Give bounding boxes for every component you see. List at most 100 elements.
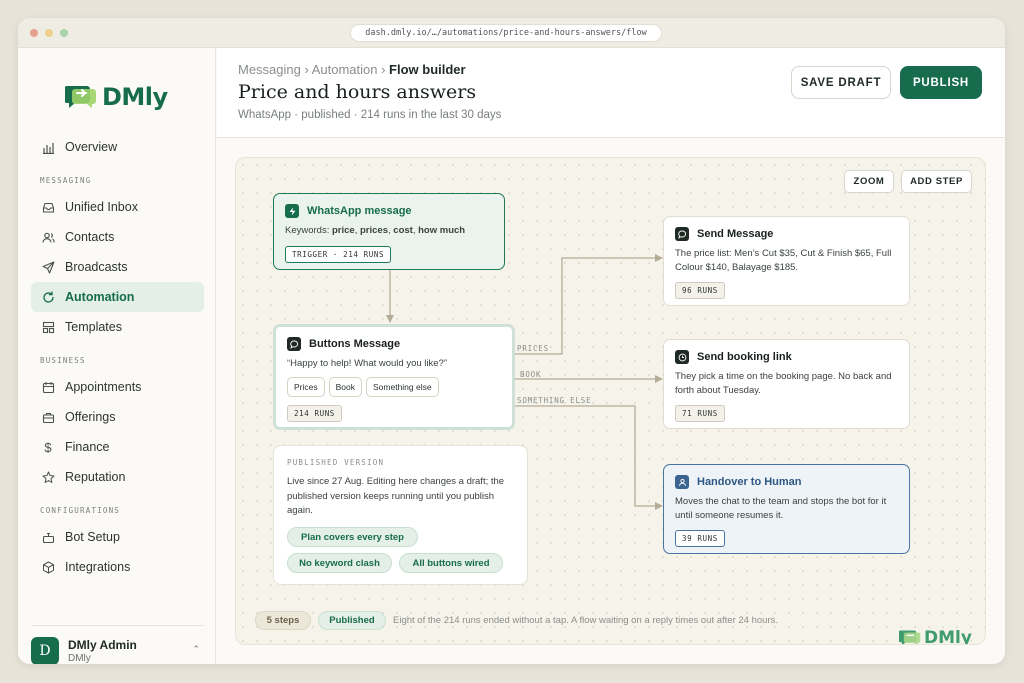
breadcrumb-automation[interactable]: Automation › xyxy=(312,62,386,77)
keyword: how much xyxy=(418,225,466,236)
quick-reply-book[interactable]: Book xyxy=(328,376,362,397)
section-label-business: BUSINESS xyxy=(40,356,86,365)
sidebar-item-contacts[interactable]: Contacts xyxy=(31,222,204,252)
sidebar-item-label: Integrations xyxy=(65,560,131,574)
address-bar[interactable]: dash.dmly.io/…/automations/price-and-hou… xyxy=(350,24,662,42)
breadcrumb: Messaging › Automation › Flow builder xyxy=(238,62,466,77)
section-label-messaging: MESSAGING xyxy=(40,176,92,185)
watermark-text: DMly xyxy=(924,628,972,645)
bar-chart-icon xyxy=(41,140,55,154)
check-no-keyword-clash: No keyword clash xyxy=(287,553,392,573)
chevron-updown-icon: ⌃ xyxy=(192,644,200,654)
refresh-icon xyxy=(41,290,55,304)
sidebar: DMly Overview MESSAGING Unified Inbox Co… xyxy=(18,48,216,664)
send-icon xyxy=(41,260,55,274)
trigger-runs-tag: TRIGGER · 214 RUNS xyxy=(285,245,392,263)
footer-note: Eight of the 214 runs ended without a ta… xyxy=(393,615,778,626)
page-subtitle: WhatsApp · published · 214 runs in the l… xyxy=(238,109,502,121)
published-version-text: Live since 27 Aug. Editing here changes … xyxy=(287,476,505,517)
bot-icon xyxy=(41,530,55,544)
connector-prices xyxy=(515,254,663,355)
clock-icon xyxy=(675,350,689,364)
sidebar-item-finance[interactable]: $ Finance xyxy=(31,432,204,462)
publish-button[interactable]: PUBLISH xyxy=(900,66,982,99)
breadcrumb-messaging[interactable]: Messaging › xyxy=(238,62,309,77)
send-message-runs: 96 RUNS xyxy=(675,281,725,299)
inbox-icon xyxy=(41,200,55,214)
cube-icon xyxy=(41,560,55,574)
lightning-icon xyxy=(285,204,299,218)
sidebar-item-templates[interactable]: Templates xyxy=(31,312,204,342)
canvas-watermark: DMly xyxy=(899,628,972,645)
sidebar-item-label: Offerings xyxy=(65,410,116,424)
published-version-label: PUBLISHED VERSION xyxy=(287,458,385,467)
sidebar-item-offerings[interactable]: Offerings xyxy=(31,402,204,432)
buttons-message-text: “Happy to help! What would you like?” xyxy=(287,358,447,369)
quick-reply-buttons: Prices Book Something else xyxy=(287,376,501,397)
check-plan-covers: Plan covers every step xyxy=(287,527,418,547)
browser-titlebar: dash.dmly.io/…/automations/price-and-hou… xyxy=(18,18,1005,48)
wire-label-book: BOOK xyxy=(520,370,542,379)
sidebar-item-label: Finance xyxy=(65,440,110,454)
user-name: DMly Admin xyxy=(68,637,137,652)
keyword: prices xyxy=(360,225,388,236)
sidebar-item-broadcasts[interactable]: Broadcasts xyxy=(31,252,204,282)
section-label-configurations: CONFIGURATIONS xyxy=(40,506,121,515)
trigger-keywords: Keywords: price, prices, cost, how much xyxy=(285,225,466,236)
app-window: dash.dmly.io/…/automations/price-and-hou… xyxy=(18,18,1005,664)
sidebar-item-integrations[interactable]: Integrations xyxy=(31,552,204,582)
close-window-dot[interactable] xyxy=(30,29,38,37)
check-buttons-wired: All buttons wired xyxy=(399,553,503,573)
brand-logo[interactable]: DMly xyxy=(65,83,168,111)
sidebar-item-label: Reputation xyxy=(65,470,126,484)
sidebar-item-reputation[interactable]: Reputation xyxy=(31,462,204,492)
keywords-prefix: Keywords: xyxy=(285,225,330,236)
dollar-icon: $ xyxy=(44,439,52,455)
sidebar-item-automation[interactable]: Automation xyxy=(31,282,204,312)
sidebar-item-label: Broadcasts xyxy=(65,260,128,274)
minimize-window-dot[interactable] xyxy=(45,29,53,37)
sidebar-item-label: Bot Setup xyxy=(65,530,120,544)
quick-reply-prices[interactable]: Prices xyxy=(287,376,325,397)
calendar-icon xyxy=(41,380,55,394)
sidebar-item-label: Appointments xyxy=(65,380,142,394)
handover-node[interactable]: Handover to Human Moves the chat to the … xyxy=(663,464,910,554)
dmly-logo-icon xyxy=(65,86,96,108)
quick-reply-something-else[interactable]: Something else xyxy=(366,376,439,397)
page-title: Price and hours answers xyxy=(238,81,477,103)
handover-text: Moves the chat to the team and stops the… xyxy=(675,496,887,521)
user-menu[interactable]: D DMly Admin DMly ⌃ xyxy=(31,625,204,664)
send-booking-link-node[interactable]: Send booking link They pick a time on th… xyxy=(663,339,910,429)
send-booking-text: They pick a time on the booking page. No… xyxy=(675,371,892,396)
handover-title: Handover to Human xyxy=(697,476,802,488)
sidebar-item-label: Overview xyxy=(65,140,118,154)
buttons-message-runs: 214 RUNS xyxy=(287,404,342,422)
page-header: Messaging › Automation › Flow builder Pr… xyxy=(217,48,1005,138)
connector-something-else xyxy=(515,405,663,510)
sidebar-item-overview[interactable]: Overview xyxy=(31,132,204,162)
user-org: DMly xyxy=(68,652,91,664)
trigger-title: WhatsApp message xyxy=(307,205,412,217)
buttons-message-title: Buttons Message xyxy=(309,338,401,350)
send-booking-title: Send booking link xyxy=(697,351,792,363)
sidebar-item-unified-inbox[interactable]: Unified Inbox xyxy=(31,192,204,222)
avatar: D xyxy=(31,636,59,664)
sidebar-item-bot-setup[interactable]: Bot Setup xyxy=(31,522,204,552)
breadcrumb-current: Flow builder xyxy=(389,62,466,77)
status-badge: Published xyxy=(318,611,386,630)
trigger-node[interactable]: WhatsApp message Keywords: price, prices… xyxy=(273,193,505,270)
brand-name: DMly xyxy=(102,83,168,111)
buttons-message-node[interactable]: Buttons Message “Happy to help! What wou… xyxy=(273,324,515,430)
chat-bubble-icon xyxy=(287,337,301,351)
maximize-window-dot[interactable] xyxy=(60,29,68,37)
dmly-logo-icon xyxy=(899,630,921,644)
chat-bubble-icon xyxy=(675,227,689,241)
save-draft-button[interactable]: SAVE DRAFT xyxy=(791,66,891,99)
wire-label-prices: PRICES xyxy=(517,344,549,353)
sidebar-item-appointments[interactable]: Appointments xyxy=(31,372,204,402)
send-message-text: The price list: Men’s Cut $35, Cut & Fin… xyxy=(675,248,892,273)
sidebar-item-label: Templates xyxy=(65,320,122,334)
flow-canvas[interactable]: ZOOM ADD STEP PRICES BOOK SOMETHING ELSE… xyxy=(235,157,986,645)
send-message-node[interactable]: Send Message The price list: Men’s Cut $… xyxy=(663,216,910,306)
send-booking-runs: 71 RUNS xyxy=(675,404,725,422)
